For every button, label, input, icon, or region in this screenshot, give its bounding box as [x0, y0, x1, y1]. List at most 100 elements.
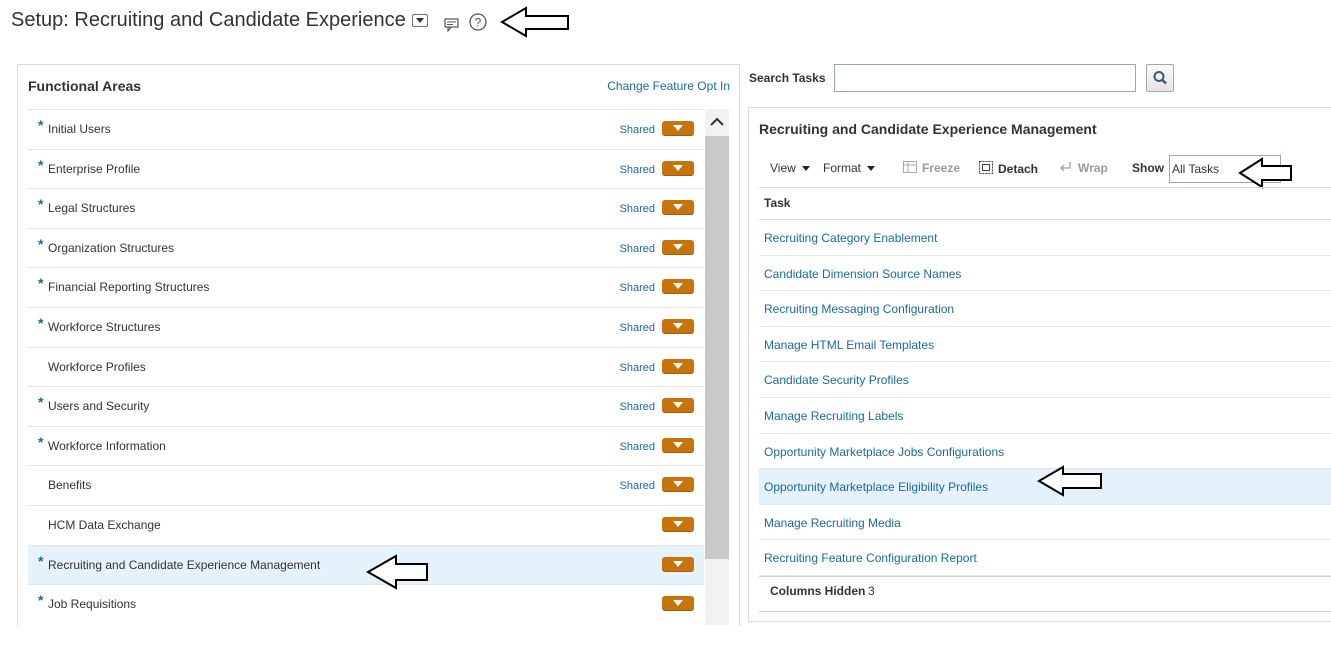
change-feature-opt-in-link[interactable]: Change Feature Opt In: [607, 79, 730, 93]
task-link[interactable]: Recruiting Messaging Configuration: [764, 302, 954, 316]
list-item-label[interactable]: Workforce Structures: [48, 320, 160, 334]
actions-button[interactable]: [662, 121, 694, 136]
list-item-label[interactable]: HCM Data Exchange: [48, 518, 161, 532]
list-item[interactable]: * Workforce Structures Shared: [28, 306, 704, 347]
table-row[interactable]: Recruiting Feature Configuration Report: [759, 540, 1331, 576]
freeze-label: Freeze: [922, 161, 961, 175]
table-row[interactable]: Manage Recruiting Labels: [759, 398, 1331, 434]
required-marker: *: [38, 394, 44, 411]
list-item-label[interactable]: Users and Security: [48, 399, 149, 413]
list-item-label[interactable]: Legal Structures: [48, 201, 135, 215]
task-link[interactable]: Recruiting Category Enablement: [764, 231, 937, 245]
list-item[interactable]: HCM Data Exchange: [28, 504, 704, 545]
list-item[interactable]: Benefits Shared: [28, 465, 704, 505]
shared-label: Shared: [619, 401, 655, 414]
search-button[interactable]: [1146, 64, 1174, 92]
actions-button[interactable]: [662, 398, 694, 414]
list-item[interactable]: * Financial Reporting Structures Shared: [28, 267, 704, 307]
format-menu[interactable]: Format: [823, 161, 876, 175]
wrap-label: Wrap: [1078, 161, 1108, 175]
actions-button[interactable]: [662, 596, 694, 612]
actions-button[interactable]: [662, 318, 694, 334]
columns-hidden-label: Columns Hidden: [770, 584, 866, 598]
required-marker: *: [38, 117, 44, 133]
list-item-label[interactable]: Organization Structures: [48, 241, 174, 255]
table-row[interactable]: Candidate Security Profiles: [759, 362, 1331, 398]
page-title: Setup: Recruiting and Candidate Experien…: [11, 9, 406, 31]
columns-hidden-count: 3: [868, 584, 875, 598]
task-link[interactable]: Candidate Security Profiles: [764, 373, 909, 387]
list-item-label[interactable]: Workforce Information: [48, 439, 166, 453]
detach-label: Detach: [998, 162, 1039, 176]
tasks-panel-title: Recruiting and Candidate Experience Mana…: [759, 121, 1097, 137]
search-tasks-input[interactable]: [834, 64, 1136, 92]
required-marker: *: [38, 314, 44, 331]
table-row[interactable]: Recruiting Category Enablement: [759, 220, 1331, 256]
required-marker: *: [38, 433, 44, 450]
task-column-header[interactable]: Task: [764, 196, 790, 210]
task-link[interactable]: Opportunity Marketplace Jobs Configurati…: [764, 445, 1004, 459]
task-link[interactable]: Manage HTML Email Templates: [764, 338, 934, 352]
shared-label: Shared: [619, 361, 655, 374]
list-item[interactable]: Workforce Profiles Shared: [28, 346, 704, 387]
actions-button[interactable]: [662, 556, 694, 572]
list-item-label[interactable]: Benefits: [48, 478, 91, 492]
list-item[interactable]: * Enterprise Profile Shared: [28, 148, 704, 189]
task-link[interactable]: Candidate Dimension Source Names: [764, 267, 961, 281]
required-marker: *: [38, 156, 44, 173]
list-item-label[interactable]: Workforce Profiles: [48, 360, 146, 374]
annotation-arrow-icon: [366, 554, 428, 590]
tasks-icon[interactable]: [444, 16, 460, 32]
list-item[interactable]: * Workforce Information Shared: [28, 425, 704, 466]
svg-text:?: ?: [475, 16, 482, 30]
list-item-label[interactable]: Financial Reporting Structures: [48, 280, 209, 294]
title-dropdown-icon[interactable]: [412, 14, 428, 27]
detach-button[interactable]: Detach: [979, 161, 1038, 176]
functional-areas-heading: Functional Areas: [28, 78, 142, 94]
list-item[interactable]: * Organization Structures Shared: [28, 227, 704, 268]
list-item[interactable]: * Initial Users Shared: [28, 109, 704, 149]
format-menu-label: Format: [823, 161, 862, 175]
actions-button[interactable]: [662, 358, 694, 374]
search-tasks-label: Search Tasks: [749, 71, 826, 85]
list-item[interactable]: * Legal Structures Shared: [28, 188, 704, 228]
detach-icon: [979, 161, 993, 174]
list-item-label[interactable]: Enterprise Profile: [48, 162, 140, 176]
list-item-label[interactable]: Initial Users: [48, 122, 111, 136]
wrap-button[interactable]: Wrap: [1059, 161, 1108, 175]
scrollbar-thumb[interactable]: [705, 136, 729, 559]
show-label: Show: [1132, 161, 1164, 175]
annotation-arrow-icon: [1037, 465, 1102, 497]
actions-button[interactable]: [662, 516, 694, 532]
task-link[interactable]: Recruiting Feature Configuration Report: [764, 551, 977, 565]
table-row[interactable]: Candidate Dimension Source Names: [759, 256, 1331, 292]
actions-button[interactable]: [662, 477, 694, 493]
shared-label: Shared: [619, 124, 655, 136]
task-table: Recruiting Category Enablement Candidate…: [759, 220, 1331, 576]
table-row[interactable]: Manage HTML Email Templates: [759, 327, 1331, 363]
list-item-label[interactable]: Recruiting and Candidate Experience Mana…: [48, 558, 320, 572]
shared-label: Shared: [619, 203, 655, 216]
actions-button[interactable]: [662, 239, 694, 255]
actions-button[interactable]: [662, 279, 694, 295]
shared-label: Shared: [619, 321, 655, 334]
view-menu[interactable]: View: [770, 161, 810, 175]
search-icon: [1153, 71, 1167, 85]
help-icon[interactable]: ?: [468, 12, 488, 32]
task-link[interactable]: Manage Recruiting Labels: [764, 409, 903, 423]
required-marker: *: [38, 196, 44, 213]
actions-button[interactable]: [662, 200, 694, 216]
table-row[interactable]: Recruiting Messaging Configuration: [759, 291, 1331, 327]
scroll-up-icon[interactable]: [705, 109, 729, 136]
table-row[interactable]: Manage Recruiting Media: [759, 505, 1331, 541]
actions-button[interactable]: [662, 437, 694, 453]
list-item[interactable]: * Users and Security Shared: [28, 386, 704, 426]
task-link[interactable]: Opportunity Marketplace Eligibility Prof…: [764, 480, 988, 494]
shared-label: Shared: [619, 163, 655, 176]
freeze-button[interactable]: Freeze: [903, 161, 960, 175]
shared-label: Shared: [619, 440, 655, 453]
list-item-label[interactable]: Job Requisitions: [48, 597, 136, 611]
freeze-icon: [903, 161, 917, 173]
task-link[interactable]: Manage Recruiting Media: [764, 516, 901, 530]
actions-button[interactable]: [662, 160, 694, 176]
